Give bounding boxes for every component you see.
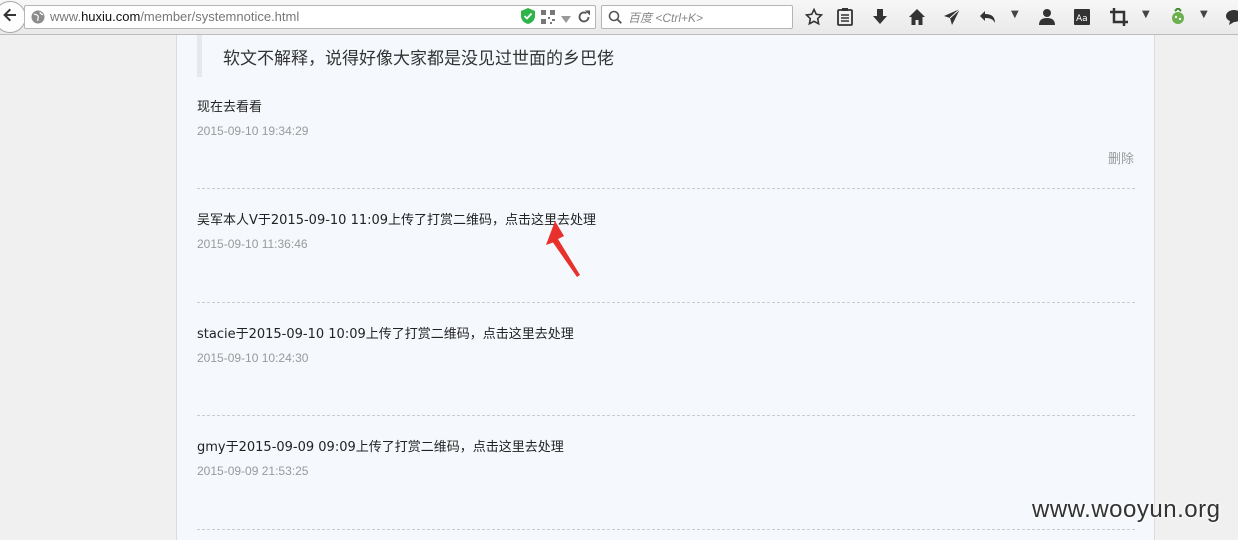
notice-item: stacie于2015-09-10 10:09上传了打赏二维码，点击这里去处理 …: [197, 326, 1135, 365]
bookmark-star-icon[interactable]: [804, 7, 824, 27]
search-icon: [608, 9, 622, 28]
url-path: /member/systemnotice.html: [140, 9, 300, 24]
chat-icon[interactable]: [1224, 7, 1238, 27]
divider: [197, 529, 1135, 530]
shield-icon[interactable]: [521, 8, 535, 28]
url-prefix: www.: [50, 9, 82, 24]
back-button[interactable]: [0, 1, 26, 33]
back-arrow-icon: [2, 7, 18, 27]
url-domain: huxiu.com: [81, 9, 141, 24]
dropdown-icon[interactable]: [561, 9, 571, 28]
delete-button[interactable]: 删除: [1108, 148, 1134, 167]
qr-code-icon[interactable]: [541, 9, 555, 28]
notice-item: gmy于2015-09-09 09:09上传了打赏二维码，点击这里去处理 201…: [197, 439, 1135, 478]
extension-dropdown-icon[interactable]: ▼: [1200, 9, 1208, 20]
home-icon[interactable]: [907, 7, 927, 27]
notice-link[interactable]: 吴军本人V于2015-09-10 11:09上传了打赏二维码，点击这里去处理: [197, 212, 1135, 230]
user-icon[interactable]: [1037, 7, 1057, 27]
crop-icon[interactable]: [1109, 7, 1129, 27]
notice-timestamp: 2015-09-09 21:53:25: [197, 464, 309, 478]
watermark: www.wooyun.org: [1032, 496, 1221, 523]
reload-icon[interactable]: [577, 9, 591, 28]
search-placeholder: 百度 <Ctrl+K>: [628, 11, 704, 25]
address-bar[interactable]: www.huxiu.com/member/systemnotice.html: [24, 5, 596, 29]
divider: [197, 415, 1135, 416]
annotation-arrow-icon: [546, 221, 580, 277]
undo-dropdown-icon[interactable]: ▼: [1011, 9, 1019, 20]
notice-item: 现在去看看 2015-09-10 19:34:29: [197, 99, 1135, 138]
send-icon[interactable]: [942, 7, 962, 27]
notice-link[interactable]: stacie于2015-09-10 10:09上传了打赏二维码，点击这里去处理: [197, 326, 1135, 344]
divider: [197, 302, 1135, 303]
quoted-comment: 软文不解释，说得好像大家都是没见过世面的乡巴佬: [197, 35, 1142, 77]
notice-link[interactable]: gmy于2015-09-09 09:09上传了打赏二维码，点击这里去处理: [197, 439, 1135, 457]
download-icon[interactable]: [870, 7, 890, 27]
url-text[interactable]: www.huxiu.com/member/systemnotice.html: [50, 9, 299, 24]
crop-dropdown-icon[interactable]: ▼: [1142, 9, 1150, 20]
svg-text:Aa: Aa: [1076, 14, 1088, 24]
divider: [197, 188, 1135, 189]
notice-timestamp: 2015-09-10 19:34:29: [197, 124, 309, 138]
undo-icon[interactable]: [978, 7, 998, 27]
reader-mode-icon[interactable]: Aa: [1072, 7, 1092, 27]
notice-item: 吴军本人V于2015-09-10 11:09上传了打赏二维码，点击这里去处理 2…: [197, 212, 1135, 251]
reading-list-icon[interactable]: [835, 7, 855, 27]
notice-timestamp: 2015-09-10 10:24:30: [197, 351, 309, 365]
notice-timestamp: 2015-09-10 11:36:46: [197, 237, 308, 251]
extension-icon[interactable]: [1168, 7, 1188, 27]
browser-toolbar: www.huxiu.com/member/systemnotice.html 百…: [0, 0, 1238, 35]
globe-icon: [31, 9, 45, 28]
search-bar[interactable]: 百度 <Ctrl+K>: [601, 5, 793, 29]
quote-text: 软文不解释，说得好像大家都是没见过世面的乡巴佬: [223, 49, 614, 69]
notice-link[interactable]: 现在去看看: [197, 99, 1135, 117]
system-notice-page: 软文不解释，说得好像大家都是没见过世面的乡巴佬 现在去看看 2015-09-10…: [176, 35, 1155, 540]
